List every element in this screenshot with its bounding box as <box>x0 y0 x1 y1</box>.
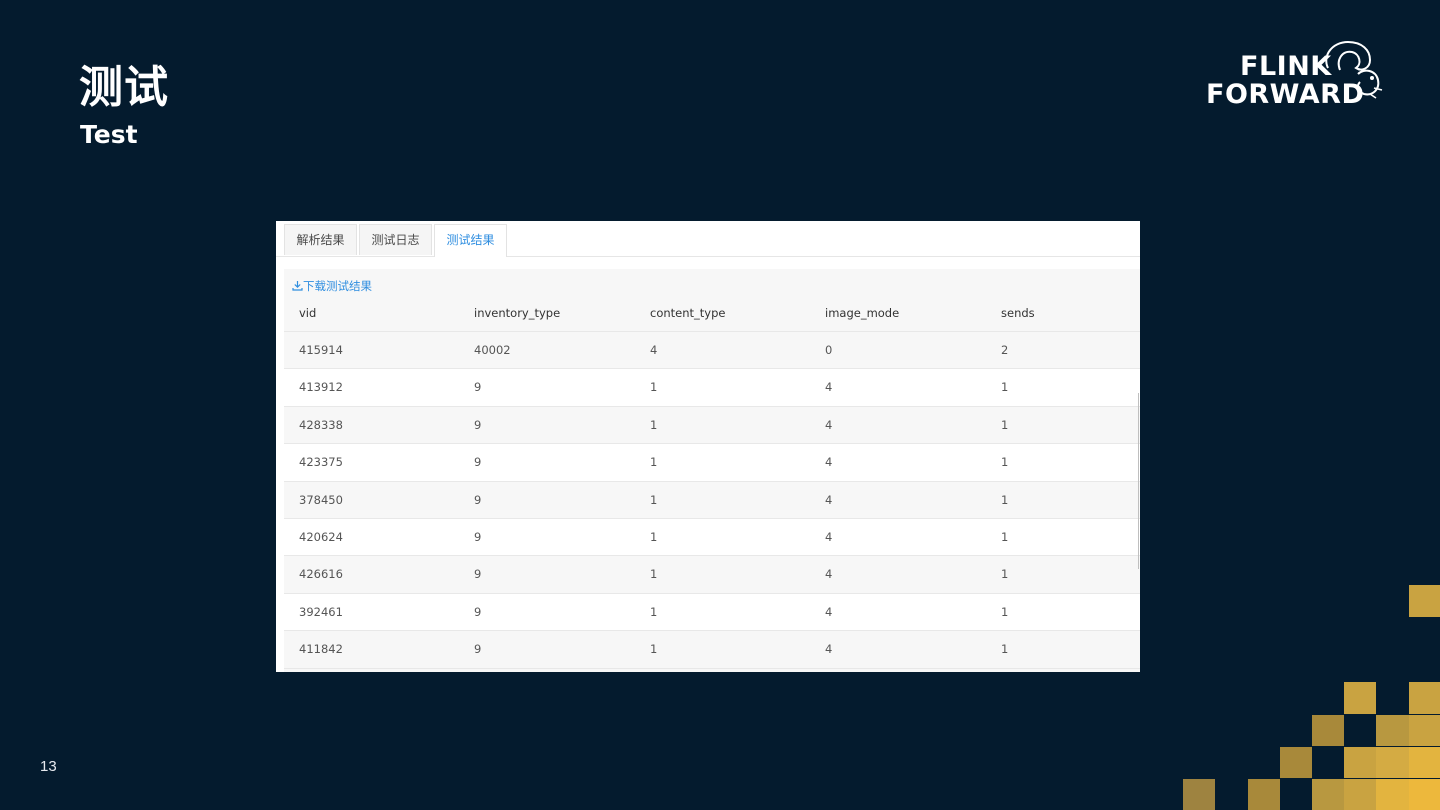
cell-inventory-type: 9 <box>474 604 482 619</box>
column-header-vid[interactable]: vid <box>299 295 316 332</box>
cell-sends: 2 <box>1001 343 1009 357</box>
cell-image-mode: 0 <box>825 343 833 357</box>
table-body: 415914 40002 4 0 2 413912 9 1 4 1 428338 9 1 4 1 423375… <box>284 332 1140 669</box>
download-results-label: 下载测试结果 <box>303 279 372 293</box>
cell-content-type: 1 <box>650 455 658 470</box>
table-row[interactable]: 378450 9 1 4 1 <box>284 481 1140 519</box>
cell-inventory-type: 9 <box>474 492 482 507</box>
cell-inventory-type: 9 <box>474 529 482 544</box>
cell-vid: 411842 <box>299 642 343 657</box>
column-header-sends[interactable]: sends <box>1001 295 1035 332</box>
cell-inventory-type: 9 <box>474 380 482 395</box>
table-row[interactable]: 415914 40002 4 0 2 <box>284 332 1140 370</box>
download-icon <box>292 281 303 291</box>
cell-sends: 1 <box>1001 417 1009 432</box>
scrollbar-edge[interactable] <box>1138 393 1139 569</box>
cell-content-type: 1 <box>650 529 658 544</box>
table-row[interactable]: 411842 9 1 4 1 <box>284 631 1140 669</box>
test-results-panel: 解析结果 测试日志 测试结果 下载测试结果 vid inventory_type… <box>276 221 1140 672</box>
tab-test-results[interactable]: 测试结果 <box>434 224 507 257</box>
cell-vid: 413912 <box>299 380 343 395</box>
cell-image-mode: 4 <box>825 529 833 544</box>
cell-content-type: 1 <box>650 492 658 507</box>
cell-image-mode: 4 <box>825 492 833 507</box>
table-row[interactable]: 420624 9 1 4 1 <box>284 518 1140 557</box>
column-header-inventory-type[interactable]: inventory_type <box>474 295 560 332</box>
cell-image-mode: 4 <box>825 380 833 395</box>
table-row[interactable]: 423375 9 1 4 1 <box>284 444 1140 482</box>
results-content: 下载测试结果 vid inventory_type content_type i… <box>284 269 1140 672</box>
cell-vid: 378450 <box>299 492 343 507</box>
cell-image-mode: 4 <box>825 417 833 432</box>
cell-sends: 1 <box>1001 642 1009 657</box>
download-results-link[interactable]: 下载测试结果 <box>292 278 372 294</box>
flink-forward-logo: FLINK FORWARD <box>1206 38 1386 112</box>
results-table: vid inventory_type content_type image_mo… <box>284 295 1140 669</box>
cell-inventory-type: 9 <box>474 642 482 657</box>
slide-title: 测试 <box>79 62 169 113</box>
tab-parse-results[interactable]: 解析结果 <box>284 224 357 255</box>
cell-vid: 392461 <box>299 604 343 619</box>
table-row[interactable]: 413912 9 1 4 1 <box>284 369 1140 407</box>
cell-vid: 420624 <box>299 529 343 544</box>
cell-sends: 1 <box>1001 492 1009 507</box>
cell-vid: 428338 <box>299 417 343 432</box>
cell-vid: 423375 <box>299 455 343 470</box>
cell-image-mode: 4 <box>825 455 833 470</box>
tab-test-log[interactable]: 测试日志 <box>359 224 432 255</box>
column-header-image-mode[interactable]: image_mode <box>825 295 899 332</box>
column-header-content-type[interactable]: content_type <box>650 295 725 332</box>
cell-image-mode: 4 <box>825 604 833 619</box>
cell-image-mode: 4 <box>825 567 833 582</box>
cell-vid: 415914 <box>299 343 343 357</box>
cell-sends: 1 <box>1001 604 1009 619</box>
table-row[interactable]: 428338 9 1 4 1 <box>284 406 1140 445</box>
cell-inventory-type: 40002 <box>474 343 511 357</box>
cell-vid: 426616 <box>299 567 343 582</box>
page-number: 13 <box>40 758 57 775</box>
cell-sends: 1 <box>1001 380 1009 395</box>
gold-pixel-decoration <box>1183 585 1440 810</box>
cell-content-type: 1 <box>650 604 658 619</box>
cell-content-type: 1 <box>650 380 658 395</box>
cell-content-type: 4 <box>650 343 658 357</box>
cell-sends: 1 <box>1001 455 1009 470</box>
cell-inventory-type: 9 <box>474 567 482 582</box>
table-row[interactable]: 426616 9 1 4 1 <box>284 556 1140 594</box>
cell-content-type: 1 <box>650 417 658 432</box>
tab-bar: 解析结果 测试日志 测试结果 <box>276 221 1140 257</box>
cell-sends: 1 <box>1001 567 1009 582</box>
cell-content-type: 1 <box>650 567 658 582</box>
cell-inventory-type: 9 <box>474 417 482 432</box>
table-row[interactable]: 392461 9 1 4 1 <box>284 593 1140 632</box>
squirrel-icon <box>1325 40 1383 99</box>
cell-sends: 1 <box>1001 529 1009 544</box>
cell-inventory-type: 9 <box>474 455 482 470</box>
table-header-row: vid inventory_type content_type image_mo… <box>284 295 1140 332</box>
slide-subtitle: Test <box>80 120 138 149</box>
cell-content-type: 1 <box>650 642 658 657</box>
cell-image-mode: 4 <box>825 642 833 657</box>
